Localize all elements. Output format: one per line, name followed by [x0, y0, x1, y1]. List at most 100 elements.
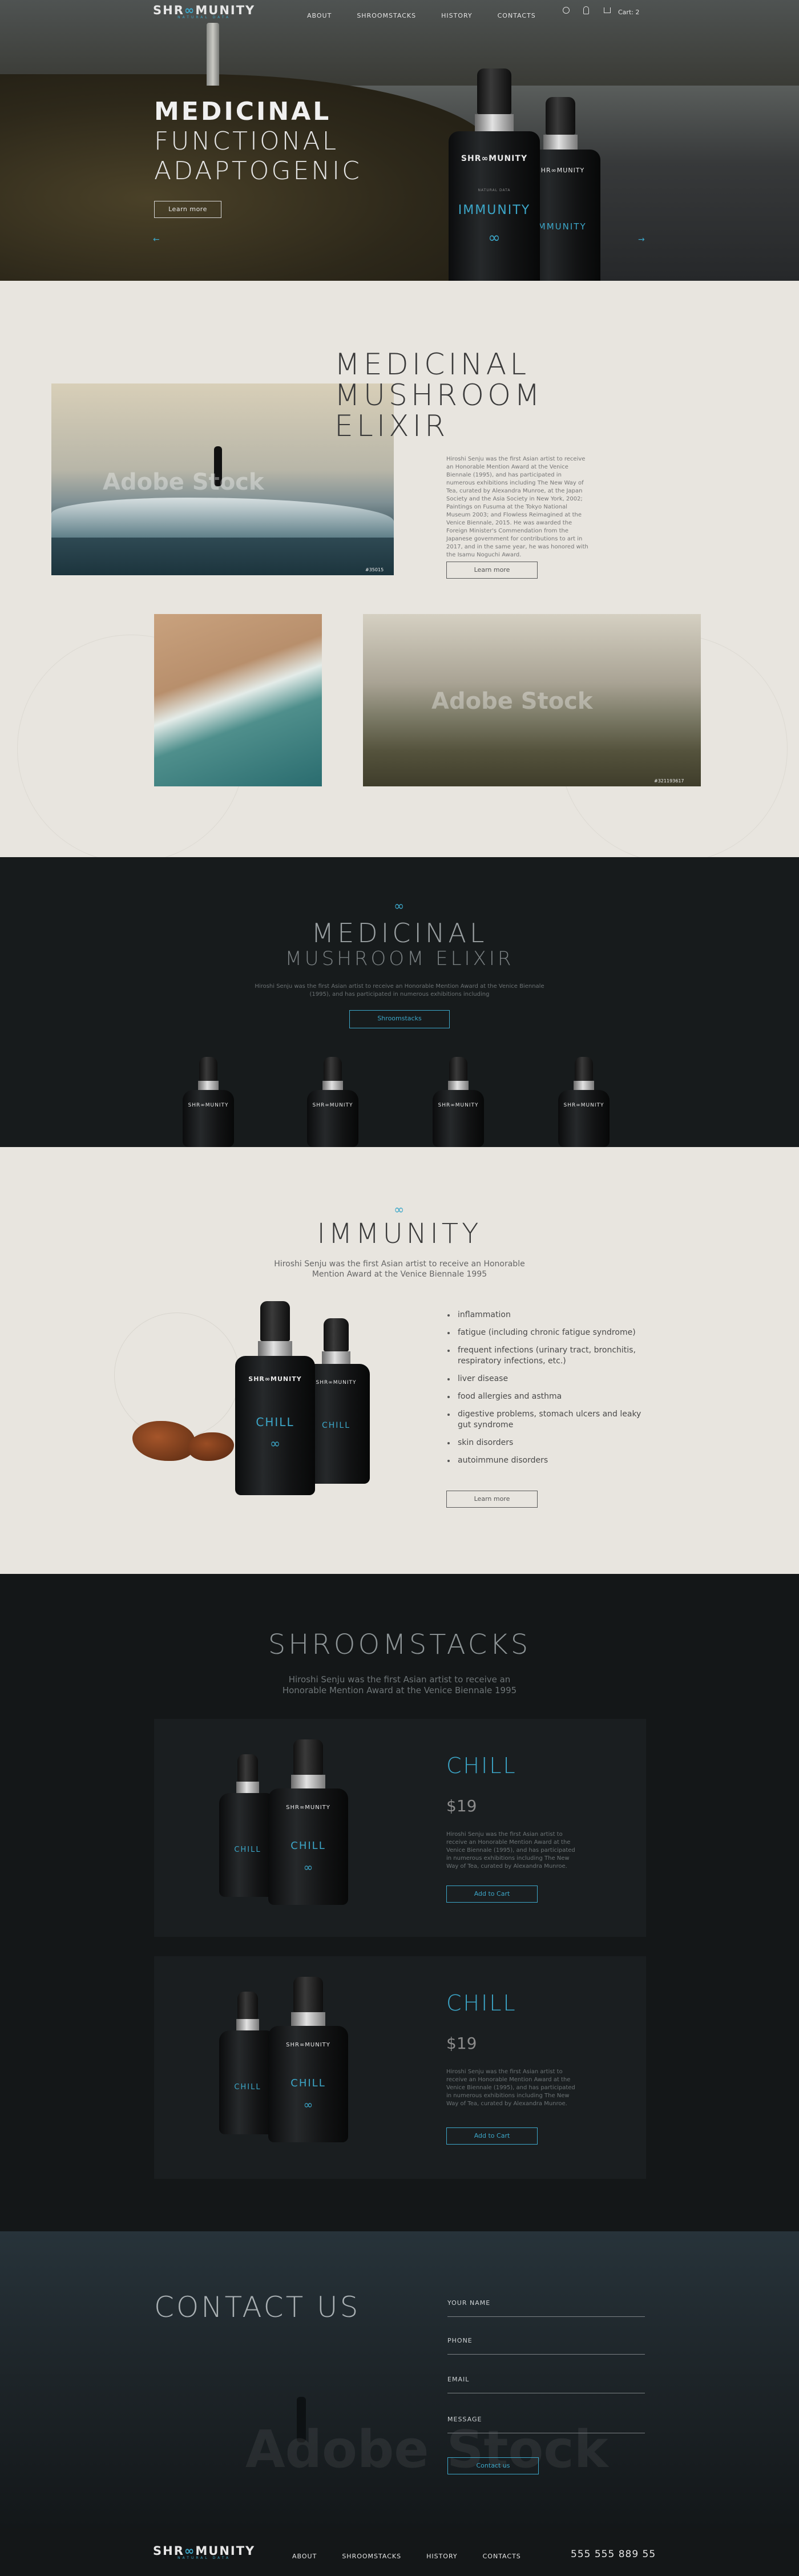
footer-nav-about[interactable]: ABOUT [292, 2553, 317, 2560]
about-learn-more-button[interactable]: Learn more [446, 562, 538, 579]
list-item: frequent infections (urinary tract, bron… [446, 1345, 652, 1367]
mushroom-image [132, 1421, 195, 1461]
hero-line3: ADAPTOGENIC [154, 156, 362, 185]
elixir-title: MEDICINAL [311, 918, 488, 948]
hero-bottle-front-brand: SHR∞MUNITY [461, 154, 528, 163]
list-item: food allergies and asthma [446, 1391, 652, 1402]
product-2-add-to-cart-button[interactable]: Add to Cart [446, 2127, 538, 2145]
infinity-icon: ∞ [303, 1860, 313, 1874]
product-2-text: Hiroshi Senju was the first Asian artist… [446, 2069, 575, 2107]
shroomstacks-title: SHROOMSTACKS [268, 1629, 531, 1661]
footer-nav-shroomstacks[interactable]: SHROOMSTACKS [342, 2553, 401, 2560]
shroomstacks-text: Hiroshi Senju was the first Asian artist… [282, 1674, 517, 1695]
immunity-bottle-front: SHR∞MUNITY CHILL ∞ [235, 1301, 315, 1495]
hero-bottle-front-sub: NATURAL DATA [478, 188, 511, 192]
immunity-section: ∞ IMMUNITY Hiroshi Senju was the first A… [0, 1147, 799, 1574]
phone-field[interactable]: PHONE [447, 2335, 645, 2355]
nav-history[interactable]: HISTORY [441, 12, 473, 19]
contact-title: CONTACT US [154, 2291, 361, 2324]
site-logo[interactable]: SHR∞MUNITY NATURAL DATA [153, 3, 255, 19]
site-header: SHR∞MUNITY NATURAL DATA ABOUT SHROOMSTACK… [0, 0, 799, 25]
infinity-icon: ∞ [303, 2098, 313, 2111]
coast-watermark: Adobe Stock [431, 688, 593, 714]
immunity-text: Hiroshi Senju was the first Asian artist… [274, 1259, 525, 1279]
product-1-bottle-back: CHILL [219, 1754, 276, 1897]
about-text: Hiroshi Senju was the first Asian artist… [446, 456, 588, 558]
contact-section: Adobe Stock CONTACT US YOUR NAME PHONE E… [0, 2231, 799, 2528]
nav-contacts[interactable]: CONTACTS [498, 12, 536, 19]
immunity-title: IMMUNITY [317, 1218, 482, 1250]
search-icon[interactable] [563, 7, 570, 14]
immunity-bottle-front-brand: SHR∞MUNITY [248, 1375, 302, 1383]
about-title-2: MUSHROOM [334, 378, 543, 413]
product-1-bottle-brand: SHR∞MUNITY [286, 1804, 330, 1811]
nav-about[interactable]: ABOUT [307, 12, 332, 19]
list-item: fatigue (including chronic fatigue syndr… [446, 1327, 652, 1338]
site-footer: SHR∞MUNITY NATURAL DATA ABOUT SHROOMSTACK… [0, 2528, 799, 2576]
product-2-bottle-name: CHILL [290, 2077, 326, 2089]
main-nav: ABOUT SHROOMSTACKS HISTORY CONTACTS [307, 9, 561, 20]
infinity-icon: ∞ [269, 1437, 281, 1451]
product-card-2: CHILL SHR∞MUNITY CHILL ∞ CHILL $19 Hiros… [154, 1956, 646, 2179]
hero-line1: MEDICINAL [154, 97, 332, 126]
hero-bottle-front-name: IMMUNITY [458, 203, 531, 217]
bg-line-art [114, 1313, 240, 1438]
about-title-1: MEDICINAL [334, 348, 530, 382]
list-item: liver disease [446, 1374, 652, 1384]
about-watermark: Adobe Stock [103, 469, 264, 495]
shroomstacks-section: SHROOMSTACKS Hiroshi Senju was the first… [0, 1574, 799, 2231]
footer-nav-contacts[interactable]: CONTACTS [483, 2553, 521, 2560]
product-1-bottle-back-name: CHILL [234, 1846, 261, 1854]
elixir-subtitle: MUSHROOM ELIXIR [285, 947, 514, 970]
elixir-bottle-2-brand: SHR∞MUNITY [312, 1103, 353, 1108]
product-card-1: CHILL SHR∞MUNITY CHILL ∞ CHILL $19 Hiros… [154, 1719, 646, 1937]
mushroom-image-2 [188, 1432, 234, 1461]
infinity-icon: ∞ [488, 229, 501, 247]
product-2-bottle-back-name: CHILL [234, 2083, 261, 2092]
photo-id-1: #35015 [365, 567, 384, 572]
elixir-section: ∞ MEDICINAL MUSHROOM ELIXIR Hiroshi Senj… [0, 857, 799, 1147]
product-1-add-to-cart-button[interactable]: Add to Cart [446, 1885, 538, 1903]
product-2-price: $19 [446, 2034, 477, 2053]
hero-learn-more-button[interactable]: Learn more [154, 201, 221, 218]
about-title-3: ELIXIR [334, 409, 449, 443]
product-1-price: $19 [446, 1796, 477, 1815]
cart-text: Cart [618, 9, 632, 16]
nav-shroomstacks[interactable]: SHROOMSTACKS [357, 12, 416, 19]
name-field[interactable]: YOUR NAME [447, 2298, 645, 2317]
footer-nav-history[interactable]: HISTORY [426, 2553, 458, 2560]
product-2-name: CHILL [446, 1990, 517, 2016]
elixir-text: Hiroshi Senju was the first Asian artist… [255, 983, 544, 998]
list-item: inflammation [446, 1310, 652, 1321]
product-2-bottle-brand: SHR∞MUNITY [286, 2042, 330, 2048]
product-1-name: CHILL [446, 1753, 517, 1778]
infinity-icon: ∞ [394, 1203, 405, 1217]
product-2-bottle-back: CHILL [219, 1992, 276, 2134]
message-field[interactable]: MESSAGE [447, 2414, 645, 2433]
elixir-bottle-1: SHR∞MUNITY [183, 1057, 234, 1147]
elixir-bottle-4-brand: SHR∞MUNITY [563, 1103, 604, 1108]
elixir-bottle-1-brand: SHR∞MUNITY [188, 1103, 229, 1108]
hero-arrow-left-icon[interactable]: ← [153, 235, 160, 244]
cart-label[interactable]: Cart: 2 [618, 9, 639, 16]
product-1-bottle-front: SHR∞MUNITY CHILL ∞ [268, 1739, 348, 1905]
aerial-beach-photo [154, 614, 322, 786]
hero-arrow-right-icon[interactable]: → [638, 235, 645, 244]
immunity-learn-more-button[interactable]: Learn more [446, 1491, 538, 1508]
elixir-bottle-3-brand: SHR∞MUNITY [438, 1103, 479, 1108]
benefits-list: inflammation fatigue (including chronic … [446, 1310, 652, 1473]
footer-phone[interactable]: 555 555 889 55 [571, 2549, 656, 2560]
email-field[interactable]: EMAIL [447, 2374, 645, 2393]
product-1-text: Hiroshi Senju was the first Asian artist… [446, 1831, 575, 1870]
cart-count: 2 [635, 9, 640, 16]
contact-submit-button[interactable]: Contact us [447, 2457, 539, 2474]
elixir-bottle-4: SHR∞MUNITY [558, 1057, 610, 1147]
elixir-bottle-2: SHR∞MUNITY [307, 1057, 358, 1147]
user-icon[interactable] [583, 6, 589, 14]
shroomstacks-button[interactable]: Shroomstacks [349, 1010, 450, 1028]
product-1-bottle-name: CHILL [290, 1840, 326, 1852]
footer-logo[interactable]: SHR∞MUNITY NATURAL DATA [153, 2544, 255, 2560]
cart-icon[interactable] [604, 7, 611, 13]
infinity-icon: ∞ [394, 899, 405, 914]
list-item: autoimmune disorders [446, 1455, 652, 1466]
